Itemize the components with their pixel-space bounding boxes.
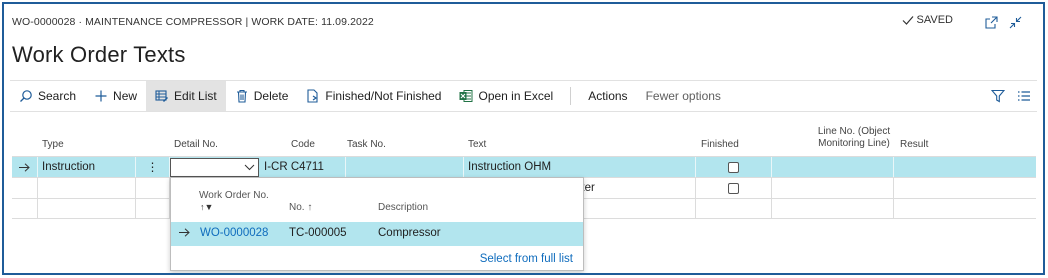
window-frame: WO-0000028 · MAINTENANCE COMPRESSOR | WO… xyxy=(2,2,1045,275)
collapse-icon xyxy=(1009,16,1021,28)
row-indicator xyxy=(12,199,38,219)
arrow-right-icon xyxy=(19,162,30,172)
col-text[interactable]: Text xyxy=(468,139,486,150)
new-button[interactable]: New xyxy=(85,81,146,111)
search-icon xyxy=(20,90,32,102)
cell-text[interactable]: Instruction OHM xyxy=(464,157,696,177)
lookup-row[interactable]: WO-0000028 TC-000005 Compressor xyxy=(171,222,583,246)
col-code[interactable]: Code xyxy=(291,139,315,150)
fewer-options-button[interactable]: Fewer options xyxy=(637,81,730,111)
trash-icon xyxy=(236,89,247,103)
top-bar: WO-0000028 · MAINTENANCE COMPRESSOR | WO… xyxy=(12,14,1033,32)
cell-line-no[interactable] xyxy=(772,178,894,198)
cell-finished[interactable] xyxy=(696,178,772,198)
cell-code[interactable]: I-CR C4711 xyxy=(260,157,346,177)
detail-no-input[interactable] xyxy=(170,158,259,177)
lookup-cell-work-order-no[interactable]: WO-0000028 xyxy=(200,227,268,239)
actions-label: Actions xyxy=(588,89,628,103)
grid-header: Type Detail No. Code Task No. Text Finis… xyxy=(12,124,1036,156)
edit-list-button[interactable]: Edit List xyxy=(146,81,226,111)
select-from-full-list-link[interactable]: Select from full list xyxy=(480,253,573,265)
ellipsis-icon[interactable]: ⋮ xyxy=(147,161,159,173)
search-label: Search xyxy=(38,89,77,103)
view-controls xyxy=(991,81,1031,111)
search-button[interactable]: Search xyxy=(10,81,85,111)
finished-icon xyxy=(307,89,318,103)
row-indicator xyxy=(12,178,38,198)
finished-toggle-button[interactable]: Finished/Not Finished xyxy=(297,81,450,111)
actions-menu-button[interactable]: Actions xyxy=(579,81,636,111)
list-icon[interactable] xyxy=(1017,89,1031,103)
cell-line-no[interactable] xyxy=(772,157,894,177)
row-indicator xyxy=(12,157,38,177)
excel-icon xyxy=(459,90,473,102)
detail-no-lookup: Work Order No. ↑▼ No. ↑ Description WO-0… xyxy=(170,177,584,271)
plus-icon xyxy=(95,90,107,102)
row-actions-cell[interactable]: ⋮ xyxy=(136,157,170,177)
cell-task-no[interactable] xyxy=(346,157,464,177)
cell-result[interactable] xyxy=(894,178,1036,198)
chevron-down-icon[interactable] xyxy=(244,164,255,171)
page-title: Work Order Texts xyxy=(12,42,186,67)
edit-list-label: Edit List xyxy=(174,89,217,103)
finished-checkbox[interactable] xyxy=(728,161,739,173)
lookup-header: Work Order No. ↑▼ No. ↑ Description xyxy=(171,178,583,220)
lookup-col-no[interactable]: No. ↑ xyxy=(289,202,312,213)
lookup-cell-description[interactable]: Compressor xyxy=(378,227,441,239)
delete-label: Delete xyxy=(253,89,289,103)
new-label: New xyxy=(113,89,138,103)
edit-list-icon xyxy=(155,90,169,102)
cell-result[interactable] xyxy=(894,199,1036,219)
collapse-button[interactable] xyxy=(1007,14,1023,30)
finished-toggle-label: Finished/Not Finished xyxy=(325,89,442,103)
popout-icon xyxy=(984,15,998,29)
cell-type[interactable] xyxy=(38,178,136,198)
popout-button[interactable] xyxy=(983,14,999,30)
lookup-col-work-order-no[interactable]: Work Order No. xyxy=(199,190,269,201)
col-result[interactable]: Result xyxy=(900,139,928,150)
col-task-no[interactable]: Task No. xyxy=(347,139,386,150)
cell-finished[interactable] xyxy=(696,199,772,219)
action-bar: Search New Edit List Delete Finished/Not… xyxy=(10,80,1037,112)
row-actions-cell[interactable] xyxy=(136,178,170,198)
open-excel-label: Open in Excel xyxy=(478,89,554,103)
col-detail-no[interactable]: Detail No. xyxy=(174,139,218,150)
open-excel-button[interactable]: Open in Excel xyxy=(450,81,562,111)
action-divider xyxy=(570,87,572,105)
saved-label: SAVED xyxy=(916,14,953,26)
cell-type[interactable] xyxy=(38,199,136,219)
filter-icon[interactable] xyxy=(991,89,1005,103)
row-actions-cell[interactable] xyxy=(136,199,170,219)
cell-result[interactable] xyxy=(894,157,1036,177)
fewer-options-label: Fewer options xyxy=(645,89,721,103)
lookup-cell-no[interactable]: TC-000005 xyxy=(289,227,347,239)
col-line-no[interactable]: Line No. (Object Monitoring Line) xyxy=(804,126,904,150)
lookup-col-description[interactable]: Description xyxy=(378,202,428,213)
table-row[interactable]: Instruction ⋮ I-CR C4711 Instruction OHM xyxy=(12,156,1036,177)
cell-line-no[interactable] xyxy=(772,199,894,219)
breadcrumb: WO-0000028 · MAINTENANCE COMPRESSOR | WO… xyxy=(12,16,374,28)
check-icon xyxy=(902,16,913,25)
saved-status: SAVED xyxy=(902,14,953,26)
delete-button[interactable]: Delete xyxy=(226,81,298,111)
cell-type[interactable]: Instruction xyxy=(38,157,136,177)
col-type[interactable]: Type xyxy=(42,139,64,150)
finished-checkbox[interactable] xyxy=(728,182,739,194)
arrow-right-icon xyxy=(179,228,190,240)
sort-filter-icon[interactable]: ↑▼ xyxy=(200,202,213,212)
col-finished[interactable]: Finished xyxy=(701,139,739,150)
cell-finished[interactable] xyxy=(696,157,772,177)
